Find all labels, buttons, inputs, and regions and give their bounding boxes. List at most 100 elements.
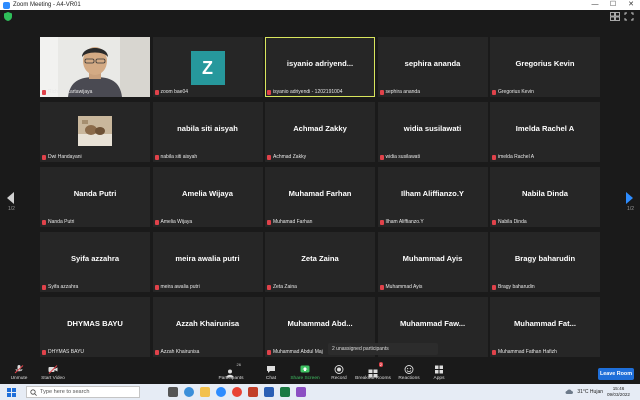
participant-tile[interactable]: sephira ananda sephira ananda (377, 37, 488, 97)
zoom-app-icon (3, 1, 10, 9)
start-video-button[interactable]: Start Video (36, 365, 70, 381)
participant-tile[interactable]: Muhammad Fat... Muhammad Fathan Hafizh (490, 297, 600, 357)
next-page-arrow-icon[interactable] (624, 192, 634, 204)
fullscreen-icon[interactable] (624, 12, 634, 21)
participants-button[interactable]: 26 Participants (214, 362, 248, 381)
unassigned-participants-notice[interactable]: 2 unassigned participants (328, 343, 438, 355)
powerpoint-icon[interactable] (248, 387, 258, 397)
participant-tile[interactable]: Nanda Putri Nanda Putri (40, 167, 150, 227)
participant-label: Dwi Handayani (42, 154, 82, 160)
mic-muted-icon (42, 349, 46, 355)
participant-display-name: Ilham Aliffianzo.Y (400, 189, 464, 198)
participant-name: zoom bae04 (160, 89, 189, 95)
taskbar-search-box[interactable]: Type here to search (26, 386, 140, 398)
participant-display-name: Imelda Rachel A (515, 124, 575, 133)
mic-muted-icon (42, 89, 46, 95)
weather-rain-icon (565, 389, 574, 394)
participant-tile[interactable]: Achmad Zakky Achmad Zakky (265, 102, 375, 162)
participant-tile[interactable]: meira awalia putri meira awalia putri (152, 232, 263, 292)
participant-tile[interactable]: Nabila Dinda Nabila Dinda (490, 167, 600, 227)
participant-name: widia susilawati (385, 154, 420, 160)
reactions-button[interactable]: Reactions (392, 365, 426, 381)
participant-tile[interactable]: Muhammad Ayis Muhammad Ayis (377, 232, 488, 292)
participant-display-name: Muhammad Fat... (513, 319, 577, 328)
participant-label: Azzah Khairunisa (154, 349, 199, 355)
mic-muted-icon (42, 219, 46, 225)
participant-name: sephira ananda (385, 89, 420, 95)
apps-icon (435, 365, 443, 374)
participant-label: Muhammad Ayis (379, 284, 422, 290)
participant-display-name: Zeta Zaina (301, 254, 339, 263)
participant-tile[interactable]: Syifa azzahra Syifa azzahra (40, 232, 150, 292)
participant-name: Amelia Wijaya (160, 219, 193, 225)
participant-tile[interactable]: isyanio adriyend... isyanio adriyendi - 1… (265, 37, 375, 97)
maximize-button[interactable]: ☐ (604, 0, 622, 10)
participant-tile[interactable]: Zeta Zaina Zeta Zaina (265, 232, 375, 292)
breakout-rooms-icon (368, 369, 378, 378)
leave-room-button[interactable]: Leave Room (598, 368, 634, 380)
pinned-apps (168, 387, 306, 397)
mic-muted-icon (267, 349, 271, 355)
participant-name: Gregorius Kevin (498, 89, 534, 95)
apps-button[interactable]: Apps (422, 365, 456, 381)
participant-label: sephira ananda (379, 89, 420, 95)
participant-label: meira awalia putri (154, 284, 200, 290)
file-explorer-icon[interactable] (200, 387, 210, 397)
security-shield-icon[interactable] (4, 12, 12, 21)
participant-tile[interactable]: Imelda Rachel A imelda Rachel A (490, 102, 600, 162)
gallery-view-icon[interactable] (610, 12, 620, 21)
participant-tile[interactable]: Bragy baharudin Bragy baharudin (490, 232, 600, 292)
participant-display-name: Muhammad Abd... (287, 319, 353, 328)
participant-display-name: Amelia Wijaya (181, 189, 233, 198)
participant-label: zoom bae04 (154, 89, 189, 95)
participant-tile[interactable]: Muhamad Farhan Muhamad Farhan (265, 167, 375, 227)
start-button[interactable] (4, 384, 18, 400)
chrome-icon[interactable] (232, 387, 242, 397)
word-icon[interactable] (264, 387, 274, 397)
excel-icon[interactable] (280, 387, 290, 397)
unmute-button[interactable]: Unmute (2, 365, 36, 381)
participant-tile[interactable]: Azzah Khairunisa Azzah Khairunisa (152, 297, 263, 357)
participant-tile[interactable]: Richard Kartawijaya (40, 37, 150, 97)
participant-tile[interactable]: Dwi Handayani (40, 102, 150, 162)
participant-name: Ilham Aliffianzo.Y (385, 219, 424, 225)
participant-label: Zeta Zaina (267, 284, 297, 290)
participant-label: Syifa azzahra (42, 284, 78, 290)
zoom-meeting-window: Zoom Meeting - A4-VR01 — ☐ ✕ 1/2 1/2 Ric… (0, 0, 640, 400)
share-screen-button[interactable]: Share Screen (288, 365, 322, 381)
zoom-taskbar-icon[interactable] (216, 387, 226, 397)
breakout-rooms-button[interactable]: 2 Breakout Rooms (355, 362, 391, 381)
video-off-icon (48, 365, 58, 374)
weather-text[interactable]: 31°C Hujan (577, 389, 603, 395)
previous-page-arrow-icon[interactable] (6, 192, 16, 204)
participant-tile[interactable]: Gregorius Kevin Gregorius Kevin (490, 37, 600, 97)
participants-icon (226, 369, 234, 378)
participant-tile[interactable]: Zzoom bae04 (152, 37, 263, 97)
participant-tile[interactable]: Ilham Aliffianzo.Y Ilham Aliffianzo.Y (377, 167, 488, 227)
meeting-toolbar: Unmute Start Video 26 Participants Chat … (0, 362, 640, 384)
participant-label: widia susilawati (379, 154, 420, 160)
participant-label: Nabila Dinda (492, 219, 527, 225)
mic-muted-icon (154, 349, 159, 355)
participant-display-name: Nanda Putri (73, 189, 117, 198)
mic-muted-icon (42, 284, 46, 290)
clock[interactable]: 15:46 09/03/2022 (607, 386, 630, 398)
close-button[interactable]: ✕ (622, 0, 640, 10)
participant-tile[interactable]: DHYMAS BAYU DHYMAS BAYU (40, 297, 150, 357)
participant-tile[interactable]: widia susilawati widia susilawati (377, 102, 488, 162)
start-video-label: Start Video (41, 376, 65, 381)
minimize-button[interactable]: — (586, 0, 604, 10)
mic-muted-icon (154, 154, 159, 160)
teams-icon[interactable] (296, 387, 306, 397)
participant-display-name: Gregorius Kevin (515, 59, 575, 68)
participant-name: Bragy baharudin (498, 284, 535, 290)
participant-tile[interactable]: nabila siti aisyah nabila siti aisyah (152, 102, 263, 162)
edge-icon[interactable] (184, 387, 194, 397)
chat-button[interactable]: Chat (254, 365, 288, 381)
participant-display-name: Bragy baharudin (514, 254, 576, 263)
participant-tile[interactable]: Amelia Wijaya Amelia Wijaya (152, 167, 263, 227)
record-button[interactable]: Record (322, 365, 356, 381)
reactions-label: Reactions (398, 376, 420, 381)
mic-muted-icon (154, 284, 159, 290)
task-view-icon[interactable] (168, 387, 178, 397)
